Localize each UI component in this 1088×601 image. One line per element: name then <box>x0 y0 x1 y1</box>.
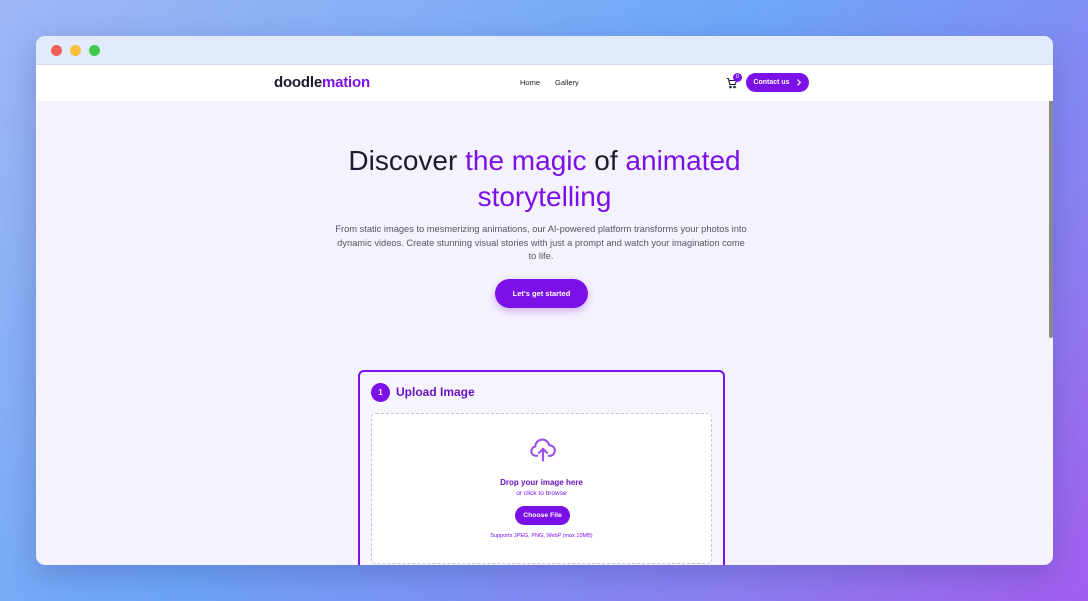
logo-accent: mation <box>321 74 370 91</box>
hero-description: From static images to mesmerizing animat… <box>335 224 747 261</box>
maximize-window-button[interactable] <box>89 44 100 56</box>
hero-title-part-2: the magic <box>465 145 587 176</box>
logo-main: doodle <box>274 74 322 91</box>
nav-links: Home Gallery <box>520 78 579 87</box>
cloud-upload-icon <box>530 438 556 462</box>
hero-title-part-5: storytelling <box>477 181 612 212</box>
nav-link-gallery[interactable]: Gallery <box>555 78 579 87</box>
step-number-badge: 1 <box>371 383 390 402</box>
upload-image-card: 1 Upload Image Drop your image here or c… <box>358 370 725 565</box>
window-titlebar <box>36 36 1053 65</box>
drop-title: Drop your image here <box>500 478 583 487</box>
choose-file-button[interactable]: Choose File <box>515 506 570 525</box>
close-window-button[interactable] <box>51 44 62 56</box>
contact-us-label: Contact us <box>753 79 790 86</box>
hero-title-part-1: Discover <box>348 145 466 176</box>
contact-us-button[interactable]: Contact us <box>746 73 809 92</box>
page-viewport: doodlemation Home Gallery 0 Contact us D… <box>36 65 1053 565</box>
nav-link-home[interactable]: Home <box>520 78 540 87</box>
browser-window: doodlemation Home Gallery 0 Contact us D… <box>36 36 1053 565</box>
hero-title-part-3: of <box>586 145 626 176</box>
logo[interactable]: doodlemation <box>274 74 370 91</box>
hero-title: Discover the magic of animated storytelli… <box>36 143 1053 215</box>
top-navbar: doodlemation Home Gallery 0 Contact us <box>36 65 1053 101</box>
cart-count-badge: 0 <box>733 73 742 82</box>
supported-formats-text: Supports JPEG, PNG, WebP (max 10MB) <box>490 533 593 539</box>
drop-subtitle: or click to browse <box>516 490 567 497</box>
step-title: Upload Image <box>396 385 475 399</box>
image-dropzone[interactable]: Drop your image here or click to browse … <box>371 413 712 564</box>
get-started-button[interactable]: Let's get started <box>495 279 588 308</box>
hero-title-part-4: animated <box>625 145 741 176</box>
minimize-window-button[interactable] <box>70 44 81 56</box>
chevron-right-icon <box>796 79 801 86</box>
